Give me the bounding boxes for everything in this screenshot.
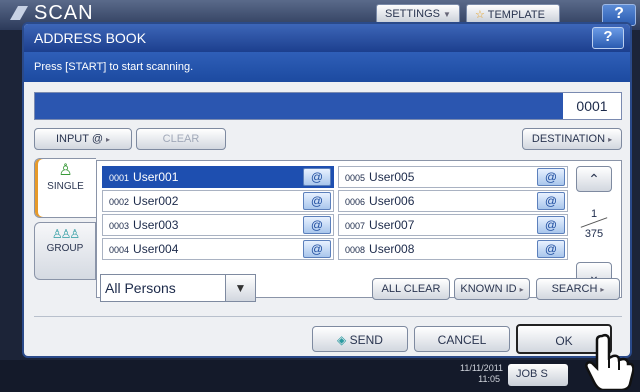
status-message: Press [START] to start scanning. bbox=[24, 52, 630, 82]
email-icon: @ bbox=[537, 240, 565, 258]
list-item[interactable]: 0007 User007 @ bbox=[338, 214, 568, 236]
divider bbox=[34, 316, 622, 317]
list-item[interactable]: 0005 User005 @ bbox=[338, 166, 568, 188]
scan-icon bbox=[10, 6, 28, 20]
filter-selected-value: All Persons bbox=[105, 280, 176, 296]
search-label: SEARCH bbox=[551, 283, 598, 295]
entry-number: 0001 bbox=[109, 173, 130, 183]
job-status-button[interactable]: JOB S bbox=[508, 364, 568, 386]
entry-name: User004 bbox=[133, 242, 179, 256]
input-email-button[interactable]: INPUT @ ▸ bbox=[34, 128, 132, 150]
chevron-right-icon: ▸ bbox=[106, 135, 111, 144]
tab-single-label: SINGLE bbox=[47, 181, 84, 192]
destination-button[interactable]: DESTINATION ▸ bbox=[522, 128, 622, 150]
email-icon: @ bbox=[537, 192, 565, 210]
send-label: SEND bbox=[349, 333, 383, 347]
entry-number: 0004 bbox=[109, 245, 130, 255]
touch-hand-icon bbox=[585, 333, 634, 390]
entry-number: 0005 bbox=[345, 173, 366, 183]
tab-single[interactable]: ♙ SINGLE bbox=[34, 158, 96, 218]
list-item[interactable]: 0002 User002 @ bbox=[102, 190, 334, 212]
email-icon: @ bbox=[303, 168, 331, 186]
settings-label: SETTINGS bbox=[385, 8, 441, 20]
entry-name: User005 bbox=[369, 170, 415, 184]
person-icon: ♙ bbox=[58, 162, 73, 179]
entry-name: User001 bbox=[133, 170, 179, 184]
email-icon: @ bbox=[303, 216, 331, 234]
list-item[interactable]: 0004 User004 @ bbox=[102, 238, 334, 260]
email-icon: @ bbox=[537, 168, 565, 186]
list-item[interactable]: 0003 User003 @ bbox=[102, 214, 334, 236]
known-id-label: KNOWN ID bbox=[460, 283, 517, 295]
search-button[interactable]: SEARCH ▸ bbox=[536, 278, 620, 300]
all-clear-button[interactable]: ALL CLEAR bbox=[372, 278, 450, 300]
email-icon: @ bbox=[303, 192, 331, 210]
chevron-right-icon: ▸ bbox=[600, 285, 605, 294]
send-button[interactable]: ◈ SEND bbox=[312, 326, 408, 352]
chevron-right-icon: ▸ bbox=[608, 135, 613, 144]
template-button[interactable]: ☆ TEMPLATE bbox=[466, 4, 560, 24]
dropdown-arrow-icon: ▼ bbox=[225, 275, 255, 301]
dialog-title: ADDRESS BOOK bbox=[34, 30, 147, 46]
entry-name: User003 bbox=[133, 218, 179, 232]
entry-name: User002 bbox=[133, 194, 179, 208]
clock-time: 11:05 bbox=[478, 374, 500, 384]
entry-number: 0006 bbox=[345, 197, 366, 207]
pager: ⌃ 1 375 ⌄ bbox=[576, 166, 616, 292]
cancel-button[interactable]: CANCEL bbox=[414, 326, 510, 352]
chevron-right-icon: ▸ bbox=[519, 285, 524, 294]
email-icon: @ bbox=[303, 240, 331, 258]
known-id-button[interactable]: KNOWN ID ▸ bbox=[454, 278, 530, 300]
template-label: TEMPLATE bbox=[487, 9, 545, 21]
address-book-dialog: ADDRESS BOOK ? Press [START] to start sc… bbox=[22, 22, 632, 358]
destination-label: DESTINATION bbox=[531, 133, 606, 145]
input-email-label: INPUT @ bbox=[55, 133, 103, 145]
email-icon: @ bbox=[537, 216, 565, 234]
list-item[interactable]: 0001 User001 @ bbox=[102, 166, 334, 188]
all-clear-label: ALL CLEAR bbox=[381, 283, 441, 295]
dialog-help-button[interactable]: ? bbox=[592, 27, 624, 49]
entry-name: User007 bbox=[369, 218, 415, 232]
filter-select[interactable]: All Persons ▼ bbox=[100, 274, 256, 302]
entry-name: User008 bbox=[369, 242, 415, 256]
page-up-button[interactable]: ⌃ bbox=[576, 166, 612, 192]
page-total: 375 bbox=[584, 228, 604, 240]
group-icon: ♙♙♙ bbox=[51, 227, 80, 241]
entry-number: 0003 bbox=[109, 221, 130, 231]
settings-button[interactable]: SETTINGS ▼ bbox=[376, 4, 460, 24]
entry-number: 0008 bbox=[345, 245, 366, 255]
list-item[interactable]: 0006 User006 @ bbox=[338, 190, 568, 212]
clock: 11/11/2011 11:05 bbox=[460, 363, 504, 385]
entry-number: 0002 bbox=[109, 197, 130, 207]
destination-bar: 0001 bbox=[34, 92, 622, 120]
entry-number: 0007 bbox=[345, 221, 366, 231]
clear-button[interactable]: CLEAR bbox=[136, 128, 226, 150]
dialog-title-bar: ADDRESS BOOK ? bbox=[24, 24, 630, 52]
list-item[interactable]: 0008 User008 @ bbox=[338, 238, 568, 260]
tab-group[interactable]: ♙♙♙ GROUP bbox=[34, 222, 96, 280]
entry-name: User006 bbox=[369, 194, 415, 208]
destination-count: 0001 bbox=[563, 93, 621, 119]
chevron-up-icon: ⌃ bbox=[588, 171, 600, 187]
start-diamond-icon: ◈ bbox=[337, 333, 347, 347]
clock-date: 11/11/2011 bbox=[460, 363, 504, 373]
star-icon: ☆ bbox=[475, 9, 488, 21]
tab-group-label: GROUP bbox=[46, 243, 84, 254]
